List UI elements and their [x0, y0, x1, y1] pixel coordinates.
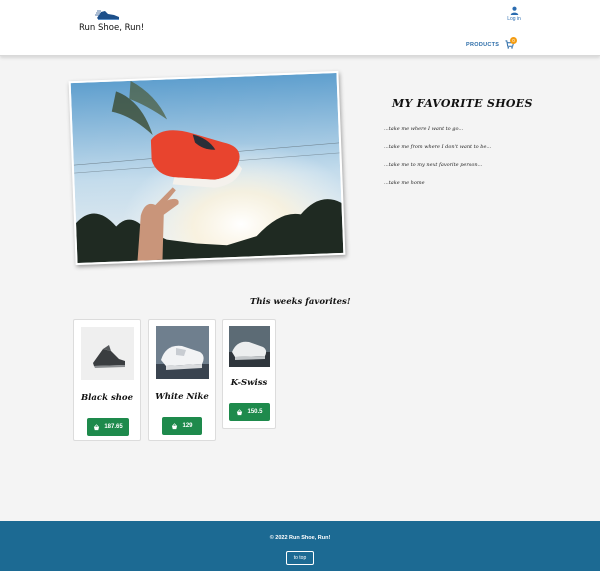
basket-icon [237, 408, 243, 415]
hero-text: ...take me where I want to go... ...take… [384, 126, 584, 198]
product-price: 150.5 [247, 409, 263, 415]
product-image[interactable] [156, 326, 209, 379]
copyright-text: © 2022 Run Shoe, Run! [269, 535, 331, 541]
favorites-title: This weeks favorites! [250, 297, 351, 307]
product-name: Black shoe [81, 393, 133, 403]
login-label: Log in [507, 16, 521, 22]
hero-line: ...take me home [384, 180, 425, 186]
running-shoe-logo-icon [95, 10, 119, 20]
product-name: K-Swiss [230, 378, 268, 388]
product-name: White Nike [155, 392, 209, 402]
buy-button[interactable]: 187.65 [87, 418, 129, 436]
product-image[interactable] [81, 327, 134, 380]
buy-button[interactable]: 150.5 [229, 403, 270, 421]
product-price: 129 [182, 423, 193, 429]
hero-line: ...take me where I want to go... [384, 126, 464, 132]
brand-name: Run Shoe, Run! [79, 23, 145, 33]
product-card: Black shoe 187.65 [73, 319, 141, 441]
site-header: Run Shoe, Run! Log in PRODUCTS 0 [0, 0, 600, 56]
cart-count-badge: 0 [510, 37, 517, 44]
product-image[interactable] [229, 326, 270, 367]
buy-button[interactable]: 129 [162, 417, 202, 435]
to-top-button[interactable]: to top [286, 551, 314, 565]
brand-link[interactable]: Run Shoe, Run! [79, 6, 145, 36]
product-price: 187.65 [104, 424, 123, 430]
hero-title: MY FAVORITE SHOES [392, 97, 533, 110]
hero-line: ...take me to my next favorite person... [384, 162, 483, 168]
login-link[interactable]: Log in [503, 6, 525, 22]
product-card: K-Swiss 150.5 [222, 319, 276, 429]
basket-icon [94, 423, 100, 430]
basket-icon [172, 422, 178, 429]
hero-image [68, 70, 346, 266]
nav-products-link[interactable]: PRODUCTS [466, 42, 499, 48]
user-icon [510, 6, 518, 15]
hero-line: ...take me from where I don't want to be… [384, 144, 492, 150]
cart-button[interactable]: 0 [505, 37, 519, 50]
product-card: White Nike 129 [148, 319, 216, 441]
site-footer: © 2022 Run Shoe, Run! to top [0, 521, 600, 571]
